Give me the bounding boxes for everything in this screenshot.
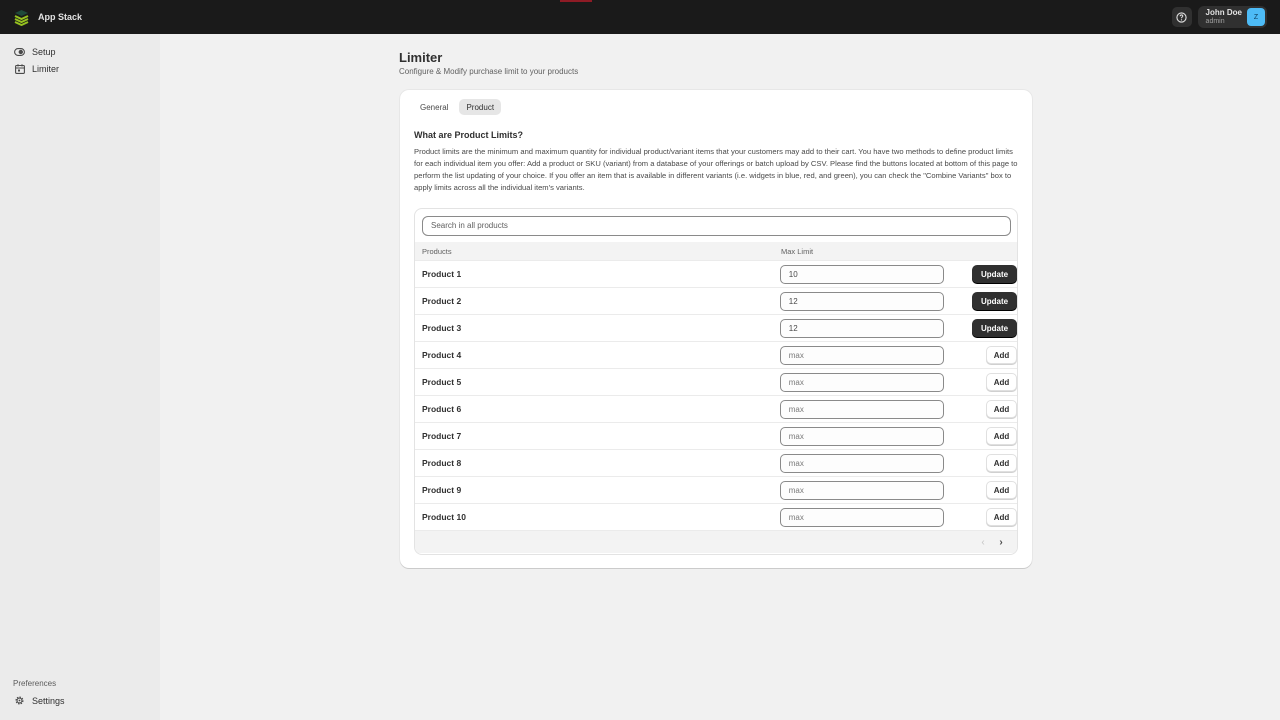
max-limit-input[interactable] [779,453,945,473]
user-menu-button[interactable]: John Doe admin Z [1197,6,1267,28]
row-action: Add [944,427,1017,445]
user-name: John Doe [1205,8,1242,17]
add-button[interactable]: Add [986,427,1017,445]
section-description: Product limits are the minimum and maxim… [414,147,1018,192]
max-limit-input[interactable] [779,507,945,527]
next-page-button[interactable]: › [992,537,1010,548]
product-name: Product 6 [422,404,462,414]
row-action: Update [944,292,1017,310]
product-name: Product 5 [422,377,462,387]
add-button[interactable]: Add [986,346,1017,364]
max-limit-input[interactable] [779,318,945,338]
stacked-layers-icon [14,9,29,26]
tab-product[interactable]: Product [459,99,502,115]
table-row: Product 10 Add [415,504,1017,531]
table-row: Product 8 Add [415,450,1017,477]
add-button[interactable]: Add [986,481,1017,499]
table-row: Product 5 Add [415,369,1017,396]
sidebar-item-settings[interactable]: Settings [14,692,160,709]
column-header-products: Products [422,246,452,256]
sidebar-nav: Setup Limiter [0,34,160,77]
user-info: John Doe admin [1205,8,1242,26]
update-button[interactable]: Update [972,319,1017,337]
table-row: Product 4 Add [415,342,1017,369]
pagination: ‹ › [415,531,1017,553]
add-button[interactable]: Add [986,454,1017,472]
product-name: Product 8 [422,458,462,468]
product-name: Product 1 [422,269,462,279]
max-limit-input[interactable] [779,264,945,284]
question-circle-icon [1176,11,1187,23]
tab-general[interactable]: General [413,99,455,115]
sidebar-item-label: Setup [32,46,56,57]
table-row: Product 1 Update [415,261,1017,288]
max-limit-input[interactable] [779,480,945,500]
update-button[interactable]: Update [972,265,1017,283]
user-role: admin [1205,18,1225,25]
previous-page-button[interactable]: ‹ [974,537,992,548]
product-name: Product 9 [422,485,462,495]
table-row: Product 2 Update [415,288,1017,315]
row-action: Add [944,508,1017,526]
row-action: Update [944,319,1017,337]
product-name: Product 10 [422,512,466,522]
sidebar: Setup Limiter Preferences Settings [0,34,160,720]
search-input[interactable] [422,215,1011,236]
top-bar: App Stack John Doe admin Z [0,0,1280,34]
product-name: Product 4 [422,350,462,360]
table-body: Product 1 Update Product 2 Update Product 3 U… [415,261,1017,531]
toggle-icon [14,46,25,57]
avatar: Z [1247,8,1265,26]
limiter-card: General Product What are Product Limits?… [400,90,1032,568]
add-button[interactable]: Add [986,508,1017,526]
gear-icon [14,695,25,706]
sidebar-footer: Preferences Settings [0,679,160,709]
max-limit-input[interactable] [779,345,945,365]
row-action: Add [944,346,1017,364]
product-name: Product 3 [422,323,462,333]
app-name: App Stack [38,12,83,22]
max-limit-input[interactable] [779,426,945,446]
calendar-icon [14,63,25,74]
table-row: Product 9 Add [415,477,1017,504]
row-action: Add [944,454,1017,472]
table-row: Product 7 Add [415,423,1017,450]
table-row: Product 3 Update [415,315,1017,342]
top-accent-line [560,0,592,2]
max-limit-input[interactable] [779,372,945,392]
add-button[interactable]: Add [986,400,1017,418]
row-action: Add [944,481,1017,499]
search-bar [415,209,1017,242]
max-limit-input[interactable] [779,291,945,311]
sidebar-item-label: Limiter [32,63,60,74]
row-action: Add [944,400,1017,418]
update-button[interactable]: Update [972,292,1017,310]
table-header: Products Max Limit [415,242,1017,261]
products-table: Products Max Limit Product 1UpdateProduc… [414,208,1018,555]
page-subtitle: Configure & Modify purchase limit to you… [399,67,579,76]
section-title: What are Product Limits? [414,130,524,140]
table-row: Product 6 Add [415,396,1017,423]
add-button[interactable]: Add [986,373,1017,391]
column-header-max-limit: Max Limit [781,246,814,256]
top-right-controls: John Doe admin Z [1171,6,1267,28]
row-action: Add [944,373,1017,391]
help-button[interactable] [1171,7,1192,27]
sidebar-item-label: Settings [32,695,65,706]
page-title: Limiter [399,50,443,65]
sidebar-item-setup[interactable]: Setup [14,43,160,60]
tab-bar: General Product [413,99,505,115]
product-name: Product 7 [422,431,462,441]
max-limit-input[interactable] [779,399,945,419]
row-action: Update [944,265,1017,283]
preferences-label: Preferences [13,679,57,688]
sidebar-item-limiter[interactable]: Limiter [14,60,160,77]
brand[interactable]: App Stack [13,9,82,26]
product-name: Product 2 [422,296,462,306]
